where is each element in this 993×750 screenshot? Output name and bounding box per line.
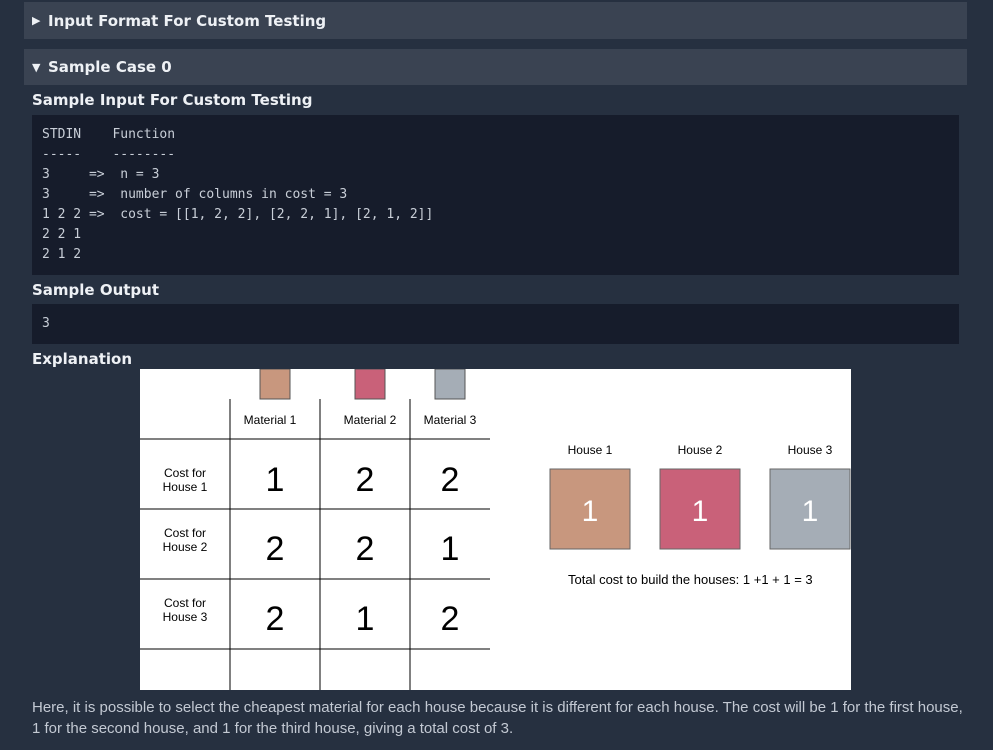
code-line: 1 2 2 => cost = [[1, 2, 2], [2, 2, 1], […	[42, 207, 434, 222]
sample-output-code: 3	[32, 304, 959, 344]
cost-cell: 2	[441, 600, 460, 638]
row-2-label-line2: House 2	[163, 540, 208, 554]
sample-case-label: Sample Case 0	[48, 58, 172, 76]
cost-cell: 2	[441, 461, 460, 499]
material-1-label: Material 1	[244, 413, 297, 427]
triangle-down-icon: ▼	[32, 60, 41, 74]
row-3-label-line1: Cost for	[164, 596, 206, 610]
sample-input-code: STDIN Function ----- -------- 3 => n = 3…	[32, 115, 959, 275]
cost-cell: 2	[356, 461, 375, 499]
cost-cell: 1	[356, 600, 375, 638]
input-format-label: Input Format For Custom Testing	[48, 11, 327, 30]
row-1-label-line2: House 1	[163, 480, 208, 494]
code-line: STDIN Function	[42, 127, 176, 142]
material-3-label: Material 3	[424, 413, 477, 427]
house-3-value: 1	[802, 495, 819, 528]
explanation-diagram: Material 1 Material 2 Material 3 Cost fo…	[140, 369, 851, 690]
cost-cell: 1	[266, 461, 285, 499]
row-1-label-line1: Cost for	[164, 466, 206, 480]
code-line: 3 => n = 3	[42, 167, 160, 182]
house-1-value: 1	[582, 495, 599, 528]
cost-cell: 1	[441, 530, 460, 568]
code-line: 2 1 2	[42, 247, 82, 262]
material-2-label: Material 2	[344, 413, 397, 427]
total-cost-text: Total cost to build the houses: 1 +1 + 1…	[568, 572, 813, 587]
sample-input-heading: Sample Input For Custom Testing	[32, 91, 313, 109]
house-3-label: House 3	[788, 443, 833, 457]
cost-cell: 2	[356, 530, 375, 568]
cost-cell: 2	[266, 600, 285, 638]
output-value: 3	[42, 316, 50, 331]
input-format-accordion[interactable]: ▶ Input Format For Custom Testing	[24, 2, 967, 39]
material-2-swatch	[354, 369, 386, 400]
sample-output-heading: Sample Output	[32, 281, 160, 299]
explanation-text: Here, it is possible to select the cheap…	[32, 699, 963, 737]
material-3-swatch	[434, 369, 466, 400]
triangle-right-icon: ▶	[32, 14, 41, 27]
house-2-label: House 2	[678, 443, 723, 457]
cost-cell: 2	[266, 530, 285, 568]
code-line: ----- --------	[42, 147, 176, 162]
diagram-svg: Material 1 Material 2 Material 3 Cost fo…	[140, 369, 851, 690]
code-line: 3 => number of columns in cost = 3	[42, 187, 348, 202]
material-1-swatch	[259, 369, 291, 400]
row-2-label-line1: Cost for	[164, 526, 206, 540]
code-line: 2 2 1	[42, 227, 82, 242]
house-1-label: House 1	[568, 443, 613, 457]
house-2-value: 1	[692, 495, 709, 528]
sample-case-accordion[interactable]: ▼ Sample Case 0	[24, 49, 967, 85]
row-3-label-line2: House 3	[163, 610, 208, 624]
explanation-heading: Explanation	[32, 350, 133, 368]
